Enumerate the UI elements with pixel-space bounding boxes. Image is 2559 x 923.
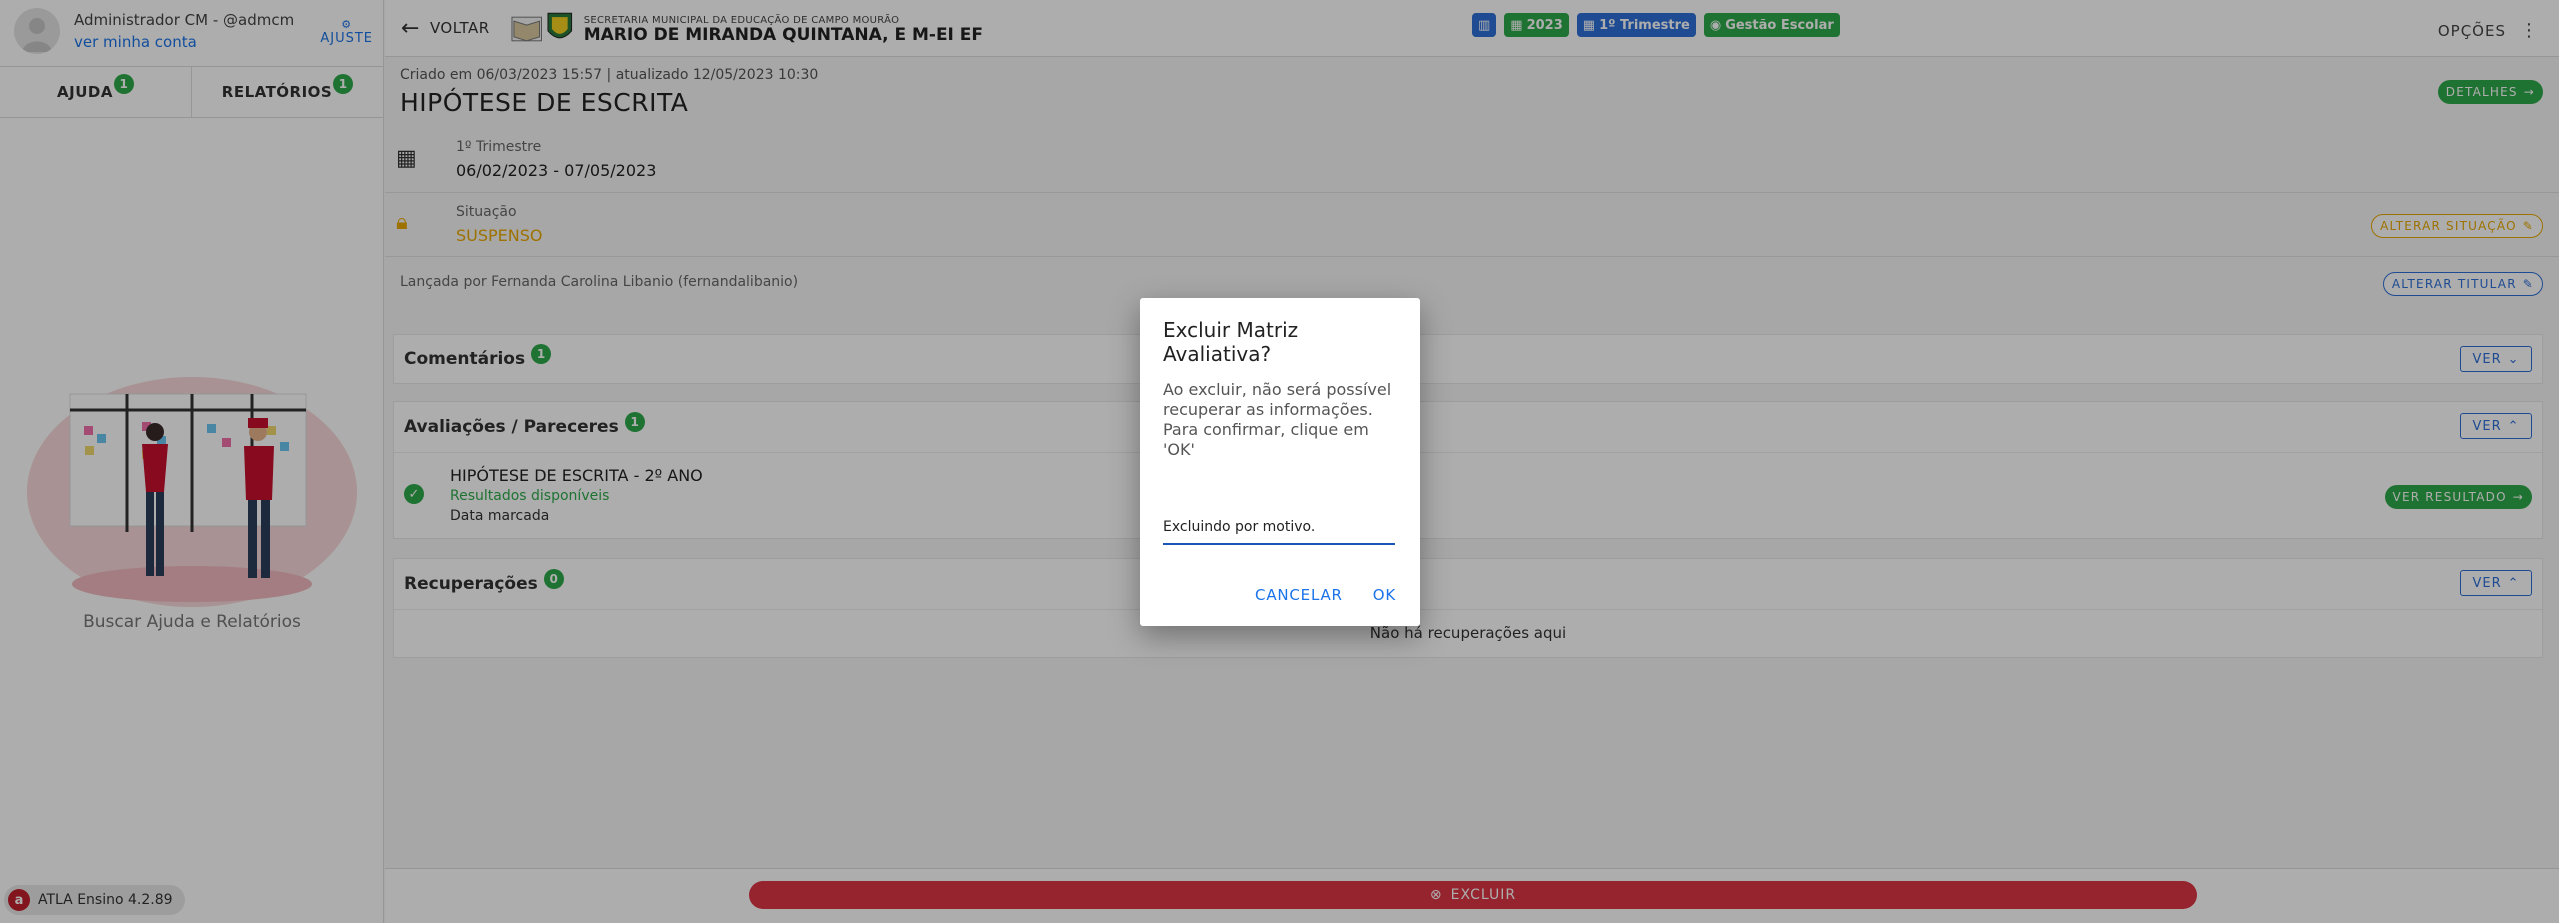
dialog-title: Excluir Matriz Avaliativa?: [1163, 318, 1299, 366]
cancel-button[interactable]: CANCELAR: [1255, 586, 1343, 604]
ok-button[interactable]: OK: [1373, 586, 1396, 604]
dialog-message: Ao excluir, não será possível recuperar …: [1163, 380, 1392, 459]
dialog-actions: CANCELAR OK: [1255, 586, 1396, 604]
confirm-dialog: Excluir Matriz Avaliativa? Ao excluir, n…: [1140, 298, 1420, 626]
reason-input[interactable]: [1163, 511, 1395, 545]
